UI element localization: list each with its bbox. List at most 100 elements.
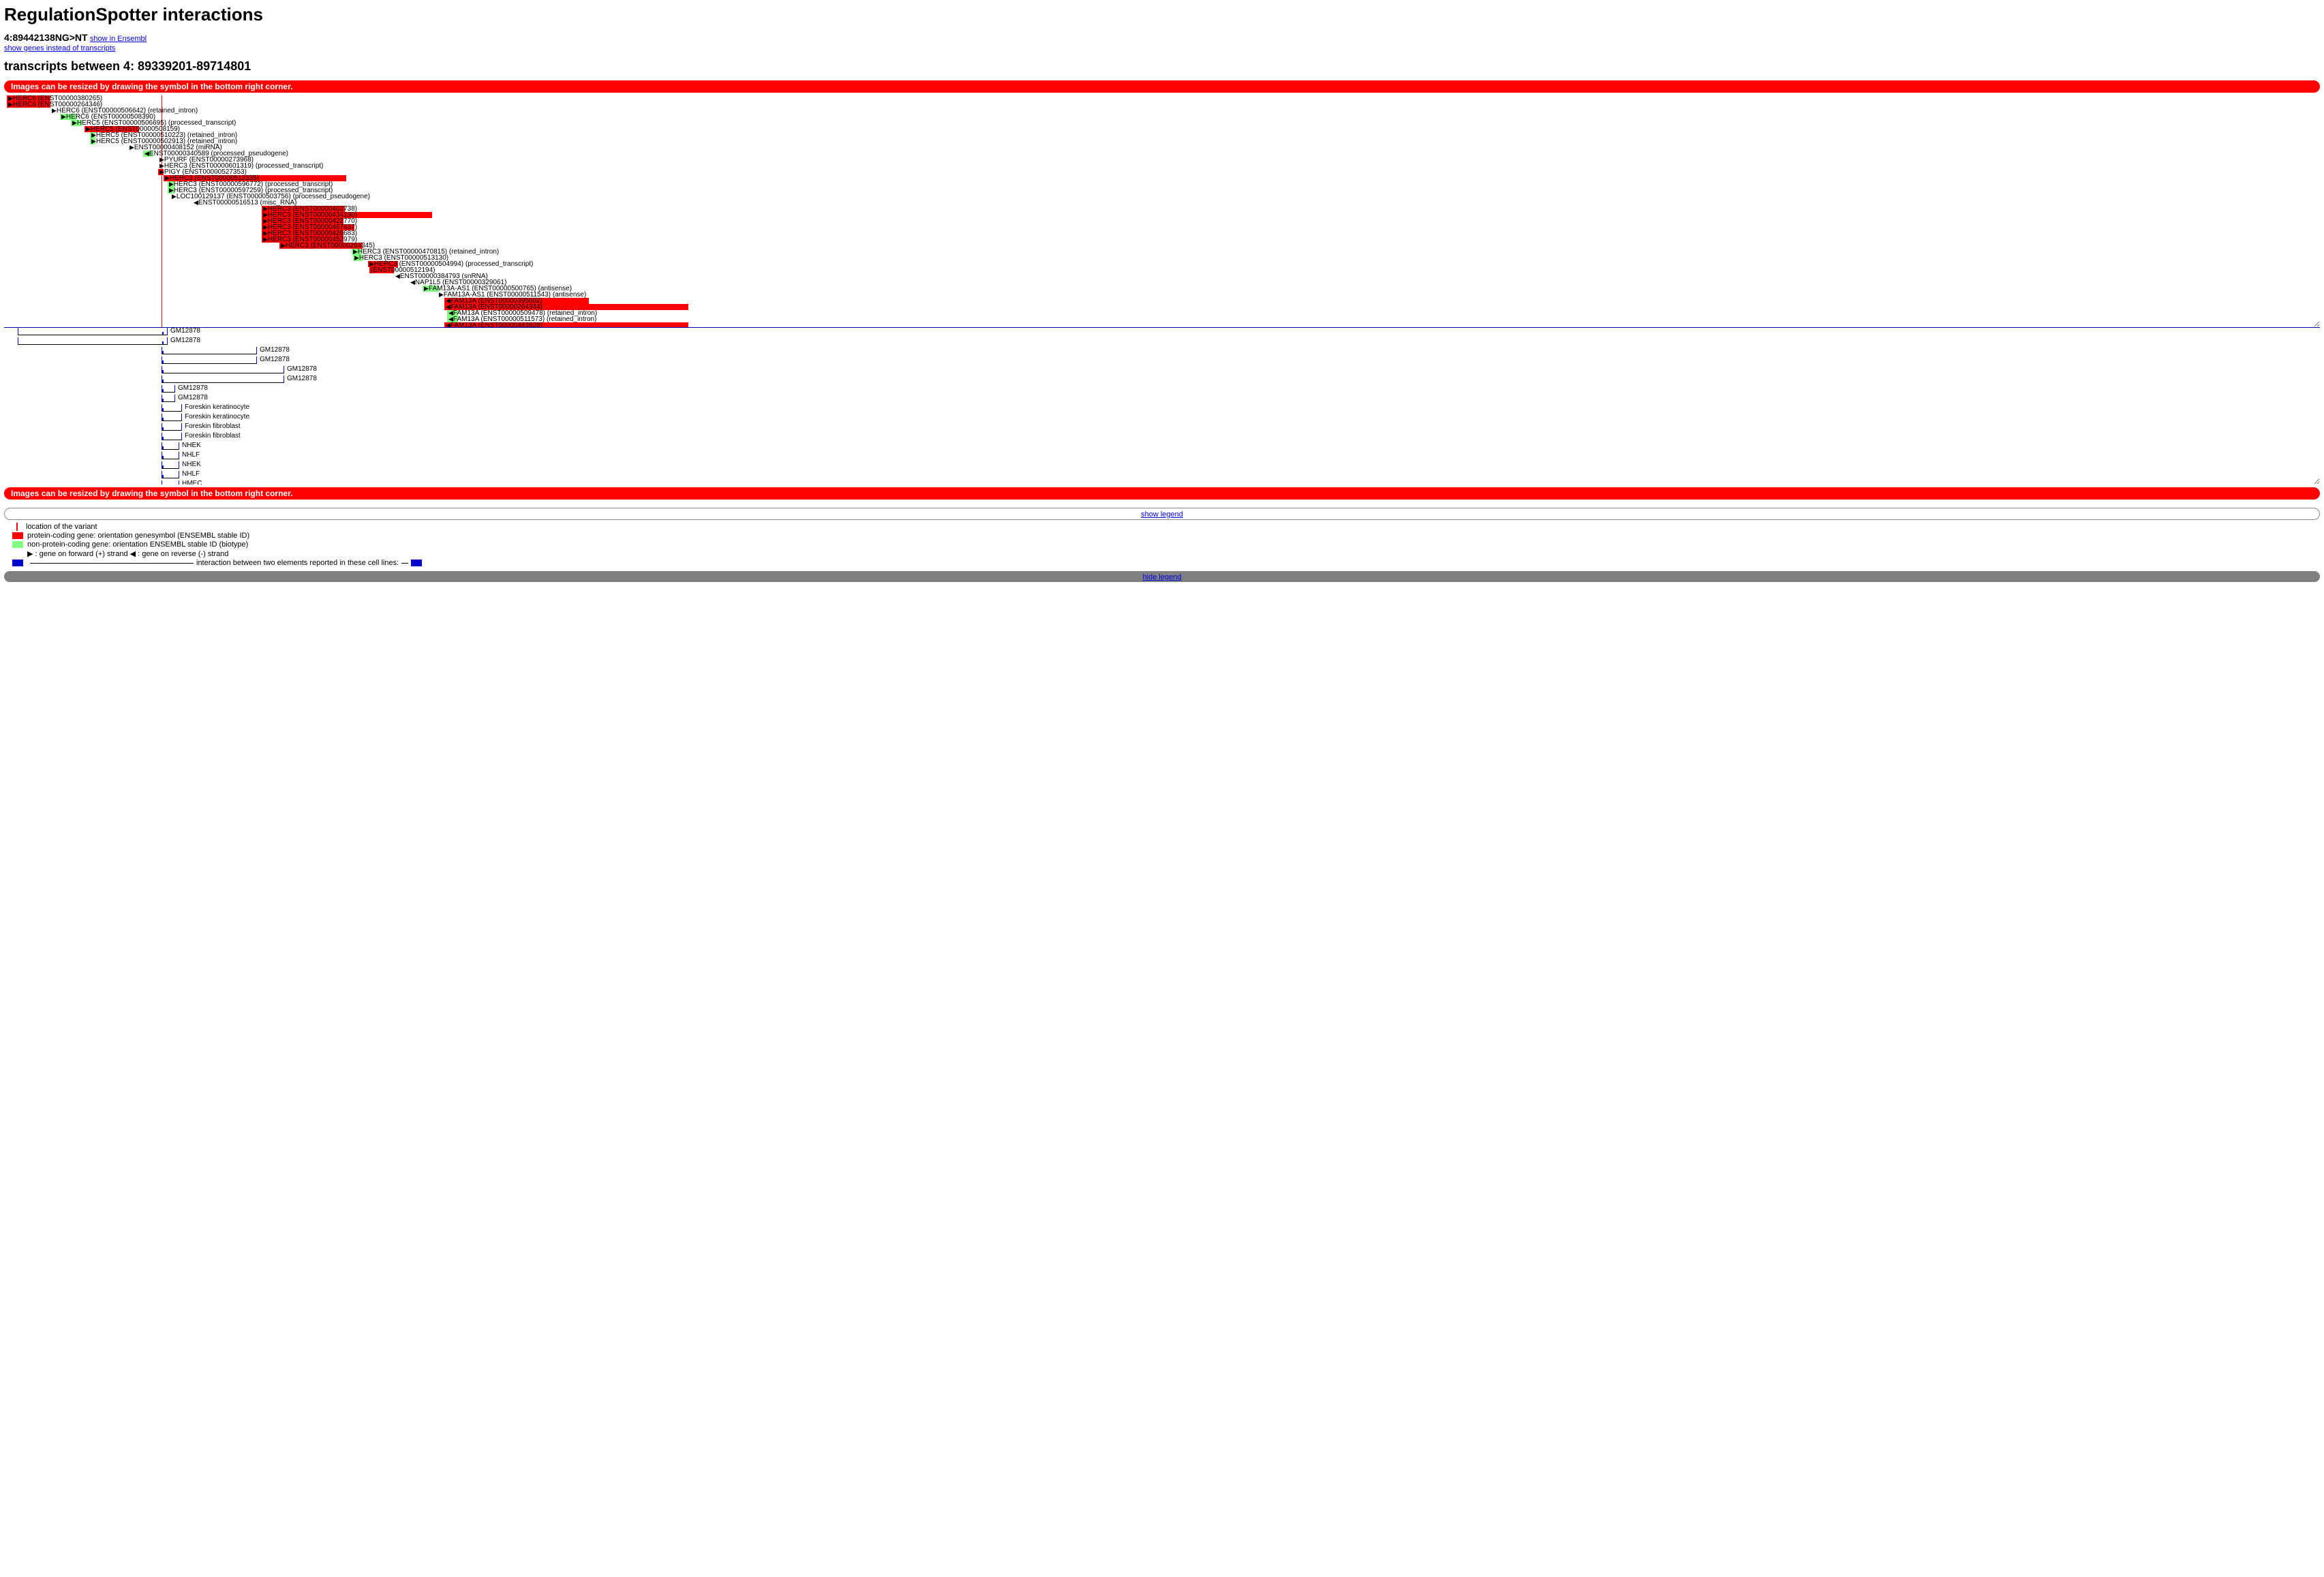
interaction-row[interactable]: NHLF: [4, 452, 2320, 461]
interaction-row[interactable]: Foreskin keratinocyte: [4, 404, 2320, 414]
transcript-row[interactable]: ▶HERC3 (ENST00000264345): [4, 243, 2320, 249]
interaction-row[interactable]: GM12878: [4, 366, 2320, 376]
transcript-row[interactable]: ◀FAM13A (ENST00000264344): [4, 304, 2320, 310]
interaction-bar: [18, 328, 168, 335]
transcript-row[interactable]: ▶HERC5 (ENST00000508159): [4, 126, 2320, 132]
interaction-label: NHLF: [182, 451, 200, 459]
interaction-label: GM12878: [260, 346, 290, 354]
interaction-row[interactable]: GM12878: [4, 356, 2320, 366]
transcript-row[interactable]: ▶HERC6 (ENST00000508390): [4, 114, 2320, 120]
interaction-row[interactable]: GM12878: [4, 328, 2320, 337]
legend-loc: location of the variant: [26, 523, 97, 531]
interaction-bar: [162, 404, 182, 412]
interaction-label: Foreskin keratinocyte: [185, 403, 249, 411]
interaction-label: NHEK: [182, 442, 201, 449]
interaction-row[interactable]: Foreskin fibroblast: [4, 423, 2320, 433]
interaction-label: NHEK: [182, 461, 201, 468]
interaction-bar: [162, 395, 175, 402]
interaction-bar: [162, 356, 257, 364]
range-heading: transcripts between 4: 89339201-89714801: [4, 59, 2320, 74]
legend-inter: interaction between two elements reporte…: [196, 559, 399, 567]
transcript-row[interactable]: ▶HERC5 (ENST00000510223) (retained_intro…: [4, 132, 2320, 138]
transcript-row[interactable]: ▶LOC100129137 (ENST00000503756) (process…: [4, 194, 2320, 200]
variant-label: 4:89442138NG>NT: [4, 32, 88, 43]
transcript-row[interactable]: ▶HERC6 (ENST00000380265): [4, 95, 2320, 102]
transcript-row[interactable]: ◀NAP1L5 (ENST00000329061): [4, 279, 2320, 286]
interaction-bar: [162, 442, 179, 450]
interaction-row[interactable]: NHLF: [4, 471, 2320, 480]
hide-legend-bar[interactable]: hide legend: [4, 571, 2320, 582]
interaction-row[interactable]: GM12878: [4, 385, 2320, 395]
ensembl-link[interactable]: show in Ensembl: [90, 35, 147, 43]
transcript-row[interactable]: ▶HERC3 (ENST00000504994) (processed_tran…: [4, 261, 2320, 267]
transcript-row[interactable]: ◀ENST00000384793 (snRNA): [4, 273, 2320, 279]
interaction-label: Foreskin keratinocyte: [185, 413, 249, 420]
interaction-row[interactable]: GM12878: [4, 395, 2320, 404]
transcript-row[interactable]: ▶HERC3 (ENST00000513130): [4, 255, 2320, 261]
interaction-row[interactable]: Foreskin keratinocyte: [4, 414, 2320, 423]
transcript-row[interactable]: ▶PYURF (ENST00000273968): [4, 157, 2320, 163]
transcripts-pane[interactable]: ▶HERC6 (ENST00000380265)▶HERC6 (ENST0000…: [4, 95, 2320, 328]
interaction-bar: [162, 366, 284, 373]
interaction-label: Foreskin fibroblast: [185, 423, 241, 430]
show-legend-link[interactable]: show legend: [1141, 510, 1183, 519]
interaction-bar: [162, 471, 179, 478]
transcript-row[interactable]: ▶HERC5 (ENST00000502913) (retained_intro…: [4, 138, 2320, 144]
page-title: RegulationSpotter interactions: [4, 4, 2320, 25]
legend-body: location of the variant protein-coding g…: [12, 523, 2320, 567]
transcript-label: ◀FAM13A (ENST00000443928): [446, 322, 542, 328]
interaction-label: GM12878: [170, 337, 200, 344]
interaction-bar: [162, 376, 284, 383]
interaction-label: GM12878: [170, 328, 200, 335]
interaction-bar: [18, 337, 168, 345]
transcript-row[interactable]: ▶FAM13A-AS1 (ENST00000511543) (antisense…: [4, 292, 2320, 298]
transcript-row[interactable]: ▶FAM13A-AS1 (ENST00000500765) (antisense…: [4, 286, 2320, 292]
interaction-bar: [162, 461, 179, 469]
interaction-row[interactable]: GM12878: [4, 337, 2320, 347]
interaction-bar: [162, 347, 257, 354]
transcript-row[interactable]: ◀FAM13A (ENST00000395002): [4, 298, 2320, 304]
interaction-row[interactable]: GM12878: [4, 347, 2320, 356]
hide-legend-link[interactable]: hide legend: [1143, 573, 1182, 581]
transcript-row[interactable]: ▶HERC6 (ENST00000506642) (retained_intro…: [4, 108, 2320, 114]
transcript-row[interactable]: ▶PIGY (ENST00000527353): [4, 169, 2320, 175]
interaction-bar: [162, 480, 179, 485]
transcript-row[interactable]: ▶HERC3 (ENST00000601319) (processed_tran…: [4, 163, 2320, 169]
interaction-label: GM12878: [178, 394, 208, 401]
legend-strand: ▶ : gene on forward (+) strand ◀ : gene …: [27, 549, 228, 558]
interaction-row[interactable]: HMEC: [4, 480, 2320, 485]
interaction-bar: [162, 385, 175, 393]
interaction-row[interactable]: Foreskin fibroblast: [4, 433, 2320, 442]
transcript-row[interactable]: ▶ENST00000408152 (miRNA): [4, 144, 2320, 151]
interaction-bar: [162, 452, 179, 459]
transcript-row[interactable]: ▶HERC6 (ENST00000264346): [4, 102, 2320, 108]
interaction-label: GM12878: [287, 365, 317, 373]
transcript-row[interactable]: ▶HERC3 (ENST00000512335): [4, 175, 2320, 181]
resize-hint-banner-bottom: Images can be resized by drawing the sym…: [4, 487, 2320, 500]
legend-np: non-protein-coding gene: orientation ENS…: [27, 540, 248, 549]
transcript-row[interactable]: ◀FAM13A (ENST00000509478) (retained_intr…: [4, 310, 2320, 316]
resize-hint-banner-top: Images can be resized by drawing the sym…: [4, 80, 2320, 93]
transcript-row[interactable]: ◀FAM13A (ENST00000443928): [4, 322, 2320, 328]
interaction-row[interactable]: NHEK: [4, 442, 2320, 452]
interaction-row[interactable]: NHEK: [4, 461, 2320, 471]
interaction-label: NHLF: [182, 470, 200, 478]
transcript-row[interactable]: ▶HERC5 (ENST00000506695) (processed_tran…: [4, 120, 2320, 126]
transcript-row[interactable]: ▶HERC3 (ENST00000596772) (processed_tran…: [4, 181, 2320, 187]
interaction-bar: [162, 423, 182, 431]
transcript-row[interactable]: (ENST00000512194): [4, 267, 2320, 273]
interaction-row[interactable]: GM12878: [4, 376, 2320, 385]
toggle-genes-link[interactable]: show genes instead of transcripts: [4, 44, 115, 52]
transcript-row[interactable]: ▶HERC3 (ENST00000470815) (retained_intro…: [4, 249, 2320, 255]
interaction-bar: [162, 414, 182, 421]
transcript-row[interactable]: ◀ENST00000340589 (processed_pseudogene): [4, 151, 2320, 157]
interaction-label: Foreskin fibroblast: [185, 432, 241, 440]
interactions-pane[interactable]: GM12878GM12878GM12878GM12878GM12878GM128…: [4, 328, 2320, 485]
show-legend-bar[interactable]: show legend: [4, 508, 2320, 520]
transcript-row[interactable]: ◀FAM13A (ENST00000511573) (retained_intr…: [4, 316, 2320, 322]
interaction-label: GM12878: [260, 356, 290, 363]
interaction-label: HMEC: [182, 480, 202, 485]
interaction-label: GM12878: [178, 384, 208, 392]
interaction-bar: [162, 433, 182, 440]
legend-pc: protein-coding gene: orientation genesym…: [27, 532, 249, 540]
